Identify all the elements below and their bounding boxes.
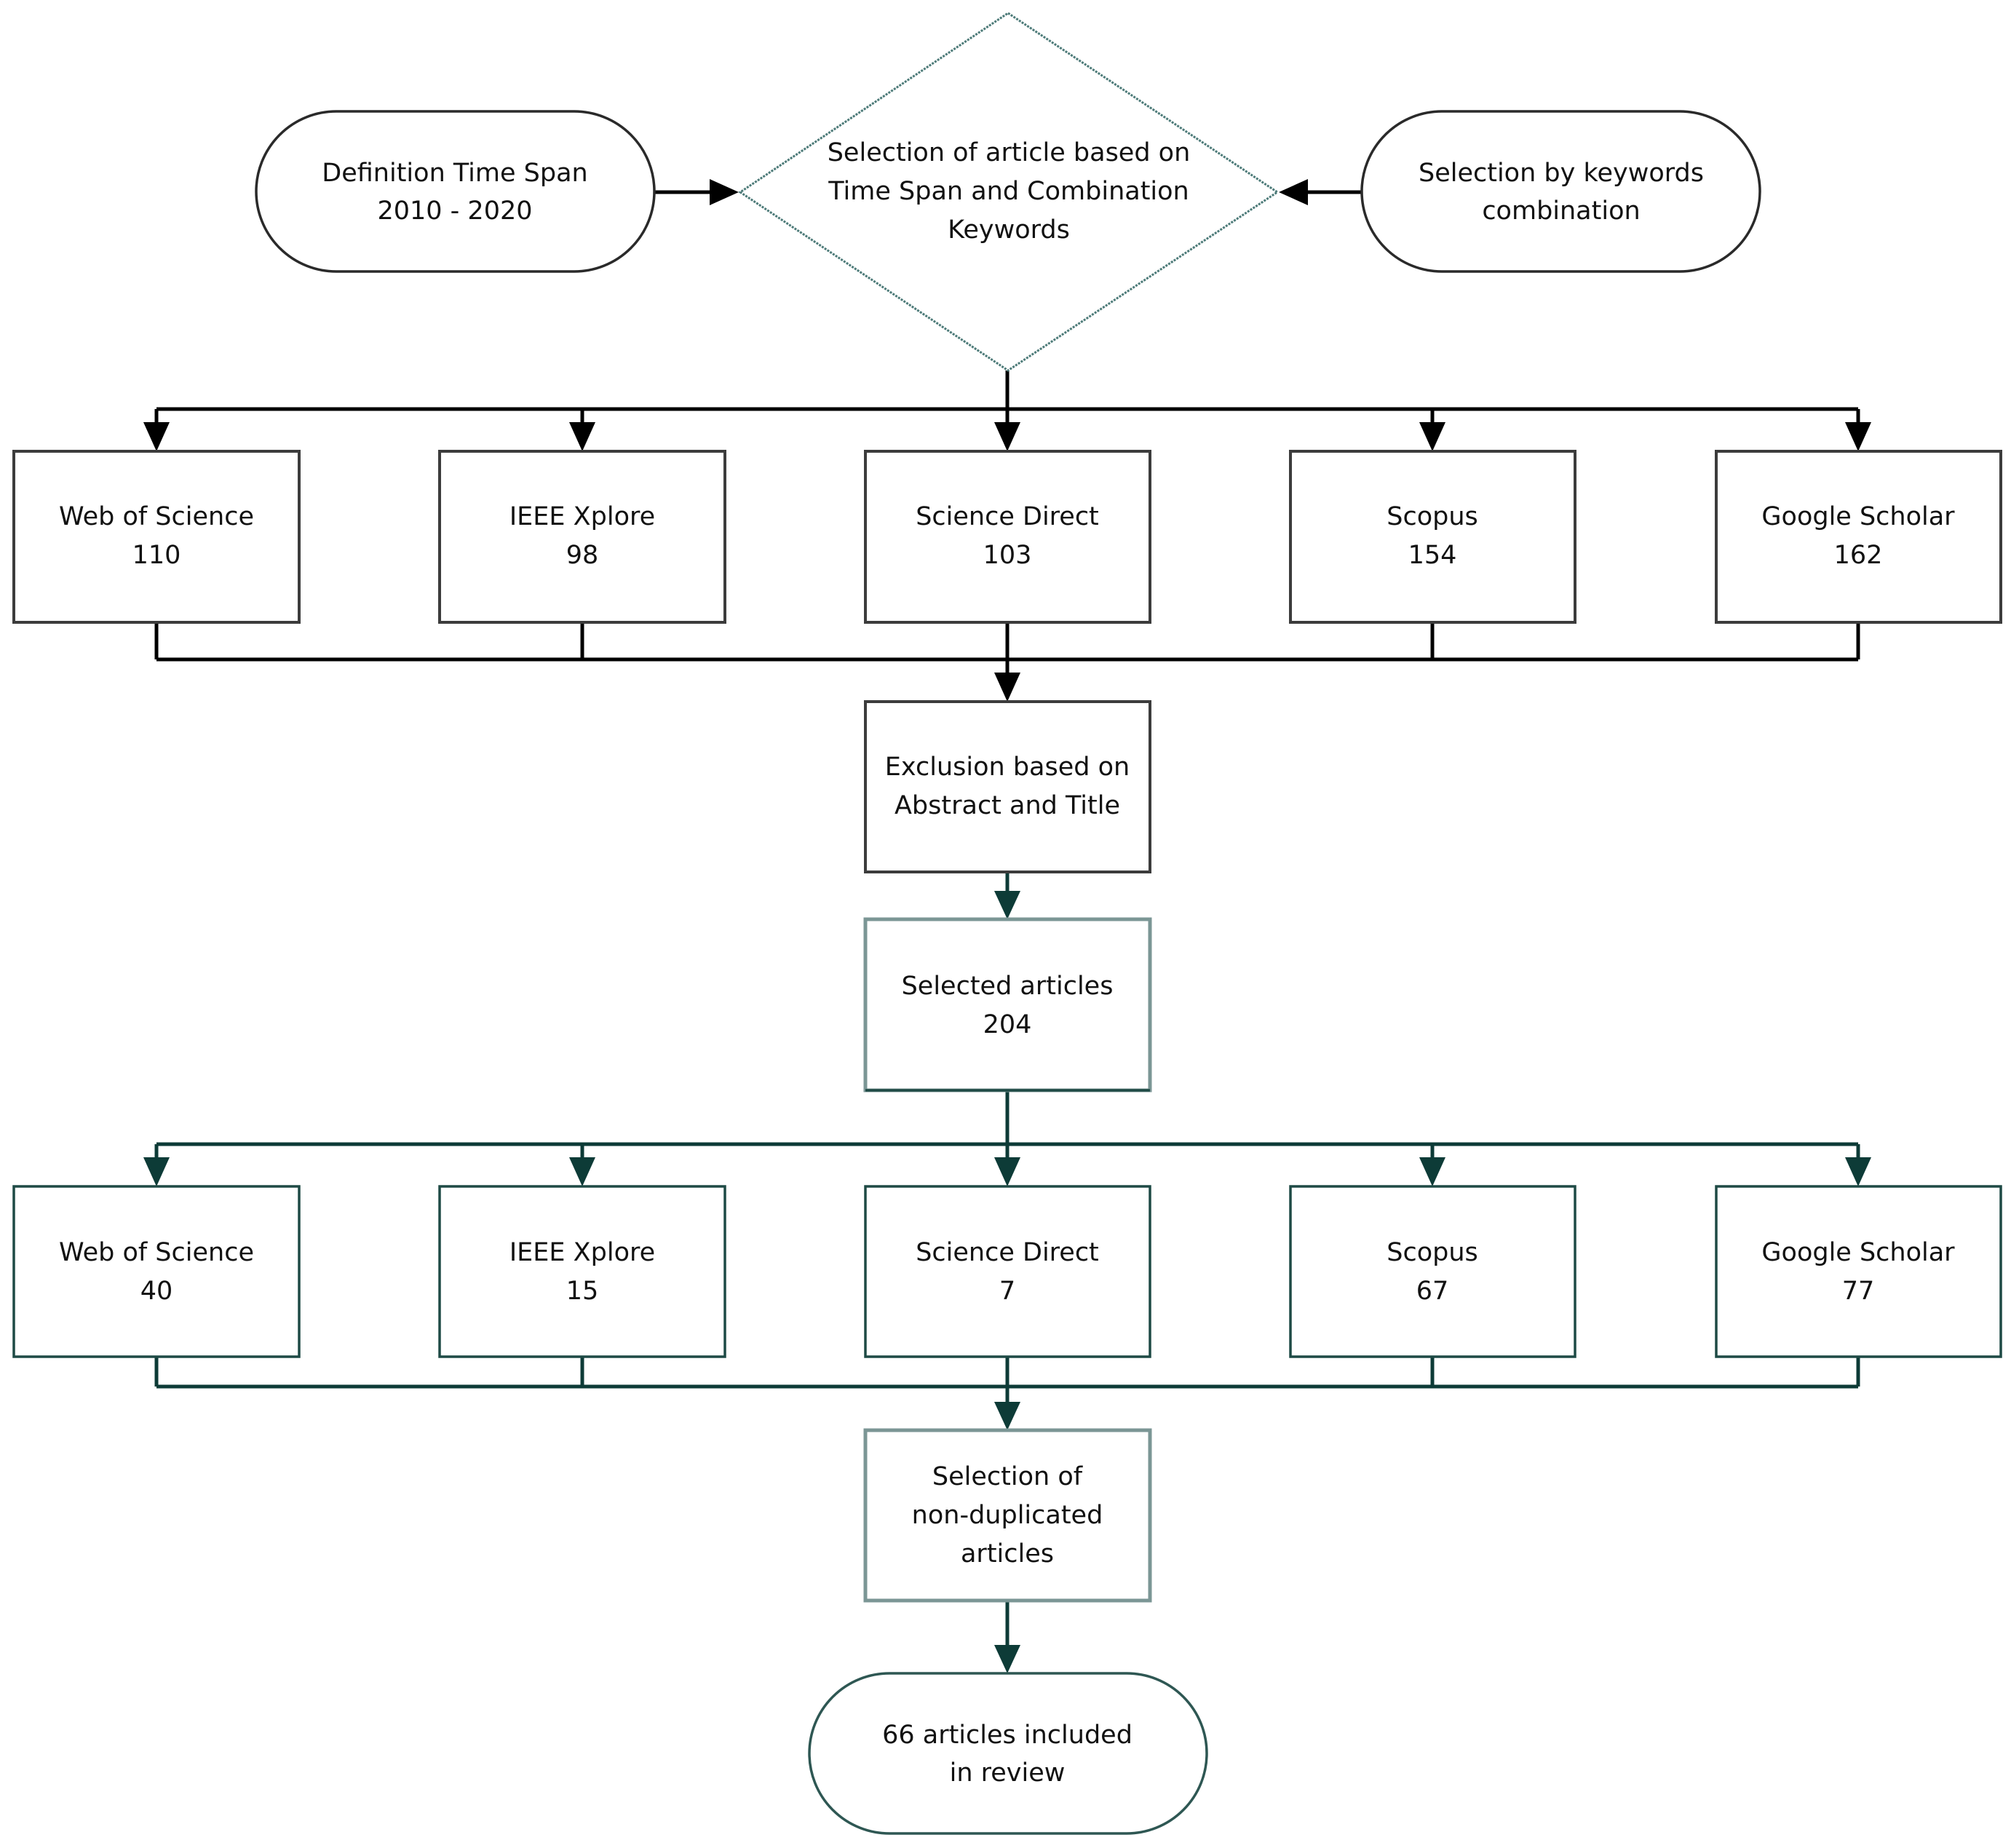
node-time-span: Definition Time Span 2010 - 2020	[255, 110, 656, 273]
filtered-source-web-of-science: Web of Science 40	[12, 1185, 301, 1358]
arrowhead-icon	[569, 422, 595, 451]
source-name: IEEE Xplore	[509, 1238, 655, 1267]
arrowhead-icon	[1419, 422, 1445, 451]
node-final: 66 articles included in review	[808, 1672, 1208, 1835]
source-count: 15	[566, 1277, 599, 1306]
node-dedup: Selection of non-duplicated articles	[863, 1428, 1152, 1603]
source-name: Scopus	[1387, 1238, 1478, 1267]
dedup-line-2: non-duplicated	[912, 1501, 1103, 1530]
selected-count: 204	[983, 1010, 1032, 1039]
dedup-line-1: Selection of	[932, 1462, 1083, 1491]
arrowhead-icon	[994, 422, 1020, 451]
arrowhead-icon	[1845, 1157, 1871, 1186]
source-name: Google Scholar	[1761, 1238, 1955, 1267]
source-count: 67	[1416, 1277, 1449, 1306]
flowchart-diagram: Definition Time Span 2010 - 2020 Selecti…	[12, 12, 2002, 1835]
decision-line-2: Time Span and Combination	[828, 177, 1189, 206]
filtered-source-science-direct: Science Direct 7	[864, 1185, 1151, 1358]
final-line-2: in review	[950, 1758, 1066, 1788]
initial-source-scopus: Scopus 154	[1289, 450, 1576, 624]
node-keywords: Selection by keywords combination	[1360, 110, 1761, 273]
arrowhead-icon	[994, 1645, 1020, 1673]
source-name: Google Scholar	[1761, 502, 1955, 531]
dedup-line-3: articles	[961, 1539, 1054, 1569]
exclusion-line-2: Abstract and Title	[895, 791, 1120, 820]
keywords-line-1: Selection by keywords	[1419, 159, 1704, 188]
arrowhead-icon	[994, 673, 1020, 702]
source-count: 77	[1842, 1277, 1875, 1306]
arrowhead-icon	[994, 891, 1020, 919]
final-line-1: 66 articles included	[882, 1721, 1133, 1750]
source-name: Web of Science	[59, 1238, 254, 1267]
arrowhead-icon	[994, 1402, 1020, 1430]
time-span-line-2: 2010 - 2020	[377, 197, 532, 226]
initial-source-ieee-xplore: IEEE Xplore 98	[438, 450, 726, 624]
arrowhead-icon	[569, 1157, 595, 1186]
arrowhead-icon	[143, 422, 170, 451]
filtered-source-google-scholar: Google Scholar 77	[1715, 1185, 2002, 1358]
initial-source-science-direct: Science Direct 103	[864, 450, 1151, 624]
source-count: 103	[983, 541, 1032, 570]
filtered-source-ieee-xplore: IEEE Xplore 15	[438, 1185, 726, 1358]
arrowhead-icon	[1845, 422, 1871, 451]
source-count: 40	[140, 1277, 173, 1306]
selected-label: Selected articles	[902, 972, 1114, 1001]
decision-line-1: Selection of article based on	[828, 138, 1191, 167]
exclusion-line-1: Exclusion based on	[885, 753, 1130, 782]
source-name: Scopus	[1387, 502, 1478, 531]
node-exclusion: Exclusion based on Abstract and Title	[864, 700, 1151, 873]
arrowhead-icon	[710, 179, 739, 205]
source-name: Science Direct	[916, 1238, 1099, 1267]
source-name: Web of Science	[59, 502, 254, 531]
node-selected-articles: Selected articles 204	[863, 917, 1152, 1092]
time-span-line-1: Definition Time Span	[322, 159, 587, 188]
initial-source-web-of-science: Web of Science 110	[12, 450, 301, 624]
source-count: 98	[566, 541, 599, 570]
arrowhead-icon	[143, 1157, 170, 1186]
source-name: IEEE Xplore	[509, 502, 655, 531]
source-count: 7	[999, 1277, 1015, 1306]
source-count: 110	[132, 541, 181, 570]
source-count: 162	[1834, 541, 1883, 570]
arrowhead-icon	[1279, 179, 1308, 205]
keywords-line-2: combination	[1482, 197, 1640, 226]
decision-line-3: Keywords	[948, 215, 1070, 245]
node-selection-decision: Selection of article based on Time Span …	[738, 12, 1280, 372]
source-count: 154	[1408, 541, 1457, 570]
arrowhead-icon	[994, 1157, 1020, 1186]
source-name: Science Direct	[916, 502, 1099, 531]
filtered-source-scopus: Scopus 67	[1289, 1185, 1576, 1358]
initial-source-google-scholar: Google Scholar 162	[1715, 450, 2002, 624]
arrowhead-icon	[1419, 1157, 1445, 1186]
